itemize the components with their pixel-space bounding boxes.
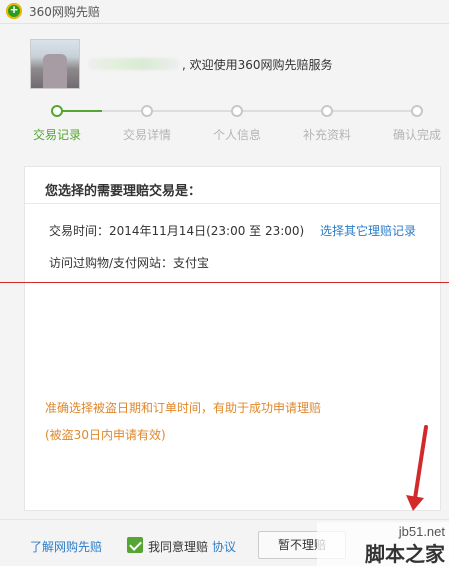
- step-label-3: 个人信息: [212, 128, 261, 142]
- panel-divider: [25, 203, 442, 204]
- visited-site: 访问过购物/支付网站：支付宝: [49, 256, 210, 270]
- step-dot-4: [321, 105, 333, 117]
- title-bar: 360网购先赔: [0, 0, 449, 22]
- annotation-red-line: [0, 282, 449, 283]
- protocol-link[interactable]: 协议: [212, 538, 236, 555]
- watermark-url: jb51.net: [398, 524, 445, 539]
- trade-time: 交易时间：2014年11月14日(23:00 至 23:00): [49, 224, 305, 238]
- learn-more-link[interactable]: 了解网购先赔: [30, 538, 102, 555]
- annotation-arrow-icon: [406, 425, 428, 511]
- watermark-name: 脚本之家: [365, 542, 445, 566]
- step-dot-2: [141, 105, 153, 117]
- step-connector-1: [62, 110, 102, 112]
- step-dot-5: [411, 105, 423, 117]
- 360-logo-icon: [6, 2, 22, 19]
- footer-divider: [0, 519, 449, 520]
- progress-steps: 交易记录 交易详情 个人信息 补充资料 确认完成: [0, 100, 449, 142]
- agree-checkbox[interactable]: [127, 537, 143, 553]
- tip-accurate-date: 准确选择被盗日期和订单时间，有助于成功申请理赔: [45, 401, 322, 415]
- avatar: [30, 39, 80, 89]
- trade-panel: 您选择的需要理赔交易是： 交易时间：2014年11月14日(23:00 至 23…: [24, 166, 442, 511]
- welcome-text: , 欢迎使用360网购先赔服务: [182, 58, 333, 72]
- step-label-2: 交易详情: [122, 128, 171, 142]
- step-label-4: 补充资料: [302, 128, 351, 142]
- step-label-5: 确认完成: [392, 128, 441, 142]
- header-divider: [0, 23, 449, 24]
- tip-30-days: (被盗30日内申请有效): [45, 428, 166, 442]
- site-watermark: jb51.net 脚本之家: [317, 522, 449, 566]
- step-connector-4: [332, 110, 412, 112]
- step-label-1: 交易记录: [32, 128, 81, 142]
- window-title: 360网购先赔: [29, 4, 100, 19]
- step-dot-1: [51, 105, 63, 117]
- step-connector-1b: [102, 110, 142, 112]
- step-dot-3: [231, 105, 243, 117]
- avatar-figure: [43, 54, 67, 88]
- step-connector-3: [242, 110, 322, 112]
- step-connector-2: [152, 110, 232, 112]
- agree-label: 我同意理赔: [148, 540, 209, 554]
- username-blurred: [88, 58, 180, 70]
- panel-title: 您选择的需要理赔交易是：: [45, 184, 202, 199]
- select-other-record-link[interactable]: 选择其它理赔记录: [320, 222, 416, 239]
